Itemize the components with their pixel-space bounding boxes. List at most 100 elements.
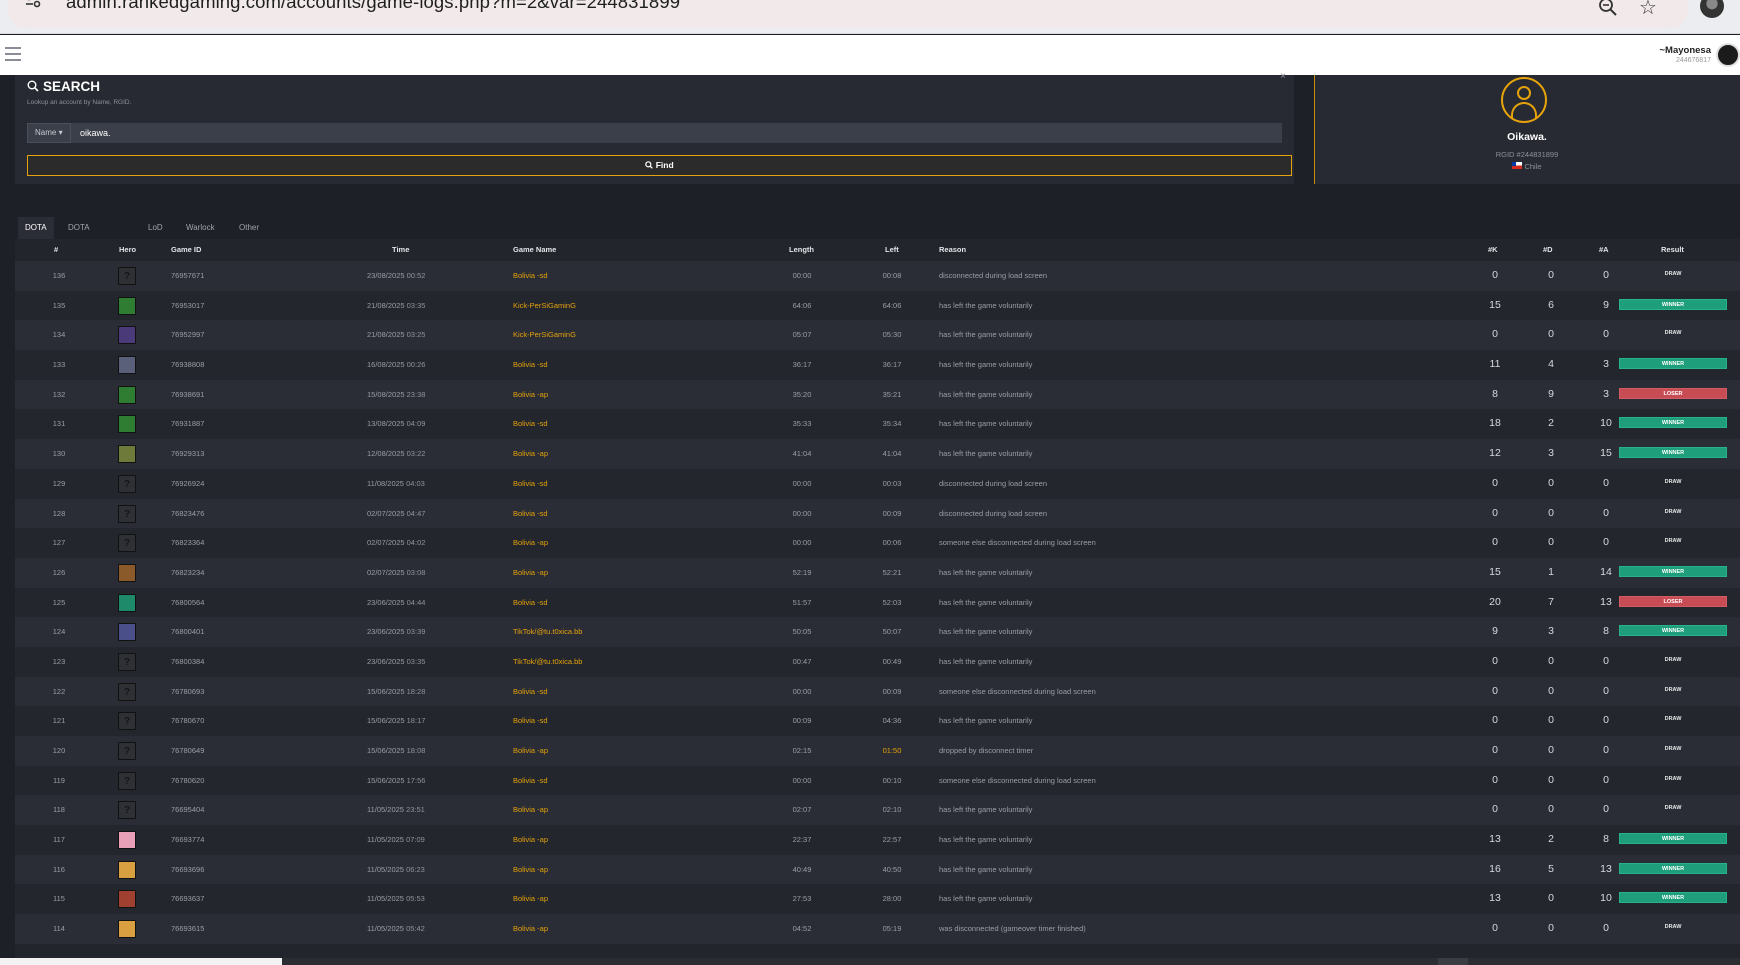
- hero-icon[interactable]: ?: [118, 652, 136, 671]
- browser-profile-avatar[interactable]: [1700, 0, 1724, 18]
- table-row[interactable]: 130 76929313 12/08/2025 03:22 Bolivia -ap 41…: [15, 439, 1740, 469]
- game-name-link[interactable]: Bolivia -ap: [513, 528, 548, 558]
- hero-icon[interactable]: [118, 831, 136, 850]
- game-left: 00:03: [882, 478, 902, 488]
- table-row[interactable]: 125 76800564 23/06/2025 04:44 Bolivia -sd 51…: [15, 587, 1740, 618]
- hero-icon[interactable]: [118, 296, 136, 315]
- deaths: 0: [1548, 773, 1554, 786]
- table-row[interactable]: 121? 76780670 15/06/2025 18:17 Bolivia -sd 0…: [15, 706, 1740, 736]
- tab-other[interactable]: Other: [232, 217, 266, 239]
- assists: 0: [1603, 684, 1609, 697]
- game-name-link[interactable]: TikTok/@tu.t0xica.bb: [513, 647, 582, 677]
- game-name-link[interactable]: Bolivia -sd: [513, 499, 548, 529]
- table-row[interactable]: 131 76931887 13/08/2025 04:09 Bolivia -sd 35…: [15, 409, 1740, 440]
- table-row[interactable]: 119? 76780620 15/06/2025 17:56 Bolivia -sd 0…: [15, 765, 1740, 796]
- hero-icon[interactable]: ?: [118, 682, 136, 701]
- game-name-link[interactable]: Bolivia -ap: [513, 380, 548, 410]
- row-number: 124: [52, 627, 66, 637]
- bookmark-star-icon[interactable]: ☆: [1636, 0, 1660, 21]
- game-name-link[interactable]: Bolivia -sd: [513, 409, 548, 439]
- search-title-label: SEARCH: [43, 79, 101, 94]
- hero-icon[interactable]: [118, 563, 136, 582]
- hero-icon[interactable]: [118, 445, 136, 464]
- table-row[interactable]: 136? 76957671 23/08/2025 00:52 Bolivia -sd 0…: [15, 261, 1740, 291]
- game-date: 02/07/2025: [367, 567, 405, 577]
- leave-reason: dropped by disconnect timer: [939, 746, 1034, 755]
- game-name-link[interactable]: Bolivia -sd: [513, 350, 548, 380]
- table-row[interactable]: 135 76953017 21/08/2025 03:35 Kick-PerSiGam…: [15, 290, 1740, 321]
- hero-icon[interactable]: [118, 326, 136, 345]
- hero-icon[interactable]: [118, 593, 136, 612]
- hero-icon[interactable]: ?: [118, 771, 136, 790]
- hero-icon[interactable]: [118, 356, 136, 375]
- table-row[interactable]: 117 76693774 11/05/2025 07:09 Bolivia -ap 22…: [15, 825, 1740, 855]
- game-name-link[interactable]: Bolivia -sd: [513, 766, 548, 796]
- hero-icon[interactable]: ?: [118, 801, 136, 820]
- game-name-link[interactable]: Bolivia -ap: [513, 795, 548, 825]
- game-left: 52:03: [882, 597, 902, 607]
- table-row[interactable]: 124 76800401 23/06/2025 03:39 TikTok/@tu.t0…: [15, 617, 1740, 647]
- table-row[interactable]: 133 76938808 16/08/2025 00:26 Bolivia -sd 36…: [15, 350, 1740, 380]
- address-bar[interactable]: admin.rankedgaming.com/accounts/game-log…: [8, 0, 1688, 28]
- user-name[interactable]: ~Mayonesa: [1660, 45, 1712, 56]
- tab-warlock[interactable]: Warlock: [179, 217, 222, 239]
- game-name-link[interactable]: Bolivia -ap: [513, 439, 548, 469]
- hero-icon[interactable]: ?: [118, 474, 136, 493]
- hero-icon[interactable]: ?: [118, 712, 136, 731]
- game-name-link[interactable]: TikTok/@tu.t0xica.bb: [513, 617, 582, 647]
- game-name-link[interactable]: Bolivia -ap: [513, 558, 548, 588]
- tab-dota-dynamic[interactable]: DOTA Dynamic: [61, 217, 106, 254]
- horizontal-scrollbar[interactable]: [0, 958, 1740, 965]
- hero-icon[interactable]: [118, 860, 136, 879]
- table-row[interactable]: 122? 76780693 15/06/2025 18:28 Bolivia -sd 0…: [15, 676, 1740, 707]
- table-row[interactable]: 123? 76800384 23/06/2025 03:35 TikTok/@tu.t…: [15, 646, 1740, 677]
- assists: 0: [1603, 773, 1609, 786]
- game-name-link[interactable]: Bolivia -ap: [513, 855, 548, 885]
- hero-icon[interactable]: [118, 385, 136, 404]
- game-name-link[interactable]: Bolivia -sd: [513, 588, 548, 618]
- hero-icon[interactable]: ?: [118, 534, 136, 553]
- zoom-icon[interactable]: [1596, 0, 1620, 21]
- table-row[interactable]: 127? 76823364 02/07/2025 04:02 Bolivia -ap 0…: [15, 528, 1740, 558]
- search-field-select[interactable]: Name ▾: [27, 123, 71, 143]
- table-row[interactable]: 132 76938691 15/08/2025 23:38 Bolivia -ap 35…: [15, 379, 1740, 410]
- leave-reason: has left the game voluntarily: [939, 627, 1033, 637]
- site-settings-icon[interactable]: [24, 0, 46, 14]
- hero-icon[interactable]: [118, 415, 136, 434]
- game-name-link[interactable]: Bolivia -ap: [513, 736, 548, 766]
- scrollbar-thumb[interactable]: [0, 958, 282, 965]
- tab-lod[interactable]: LoD: [141, 217, 170, 239]
- table-row[interactable]: 120? 76780649 15/06/2025 18:08 Bolivia -ap 0…: [15, 736, 1740, 766]
- hero-icon[interactable]: [118, 890, 136, 909]
- game-name-link[interactable]: Bolivia -sd: [513, 261, 548, 291]
- search-input[interactable]: oikawa.: [71, 123, 1282, 143]
- menu-icon[interactable]: [5, 47, 21, 61]
- game-name-link[interactable]: Bolivia -ap: [513, 884, 548, 914]
- hero-icon[interactable]: ?: [118, 742, 136, 760]
- tab-dota[interactable]: DOTA: [18, 217, 54, 239]
- table-row[interactable]: 134 76952997 21/08/2025 03:25 Kick-PerSiGam…: [15, 320, 1740, 351]
- table-row[interactable]: 115 76693637 11/05/2025 05:53 Bolivia -ap 27…: [15, 884, 1740, 915]
- table-row[interactable]: 129? 76926924 11/08/2025 04:03 Bolivia -sd 0…: [15, 468, 1740, 499]
- hero-icon[interactable]: ?: [118, 504, 136, 523]
- game-name-link[interactable]: Bolivia -ap: [513, 825, 548, 855]
- row-number: 135: [52, 300, 66, 310]
- game-name-link[interactable]: Kick-PerSiGaminG: [513, 291, 576, 321]
- table-row[interactable]: 116 76693696 11/05/2025 06:23 Bolivia -ap 40…: [15, 854, 1740, 885]
- game-name-link[interactable]: Kick-PerSiGaminG: [513, 320, 576, 350]
- collapse-icon[interactable]: ×: [1280, 71, 1286, 82]
- game-name-link[interactable]: Bolivia -sd: [513, 677, 548, 707]
- find-button[interactable]: Find: [27, 155, 1292, 176]
- table-row[interactable]: 114 76693615 11/05/2025 05:42 Bolivia -ap 04…: [15, 914, 1740, 944]
- hero-icon[interactable]: ?: [118, 267, 136, 285]
- table-row[interactable]: 126 76823234 02/07/2025 03:08 Bolivia -ap 52…: [15, 557, 1740, 588]
- user-avatar[interactable]: [1716, 43, 1740, 67]
- game-name-link[interactable]: Bolivia -sd: [513, 706, 548, 736]
- hero-icon[interactable]: [118, 920, 136, 939]
- table-row[interactable]: 128? 76823476 02/07/2025 04:47 Bolivia -sd 0…: [15, 498, 1740, 529]
- game-name-link[interactable]: Bolivia -ap: [513, 914, 548, 944]
- game-name-link[interactable]: Bolivia -sd: [513, 469, 548, 499]
- hero-icon[interactable]: [118, 623, 136, 642]
- table-row[interactable]: 118? 76695404 11/05/2025 23:51 Bolivia -ap 0…: [15, 795, 1740, 826]
- url-text[interactable]: admin.rankedgaming.com/accounts/game-log…: [66, 0, 680, 13]
